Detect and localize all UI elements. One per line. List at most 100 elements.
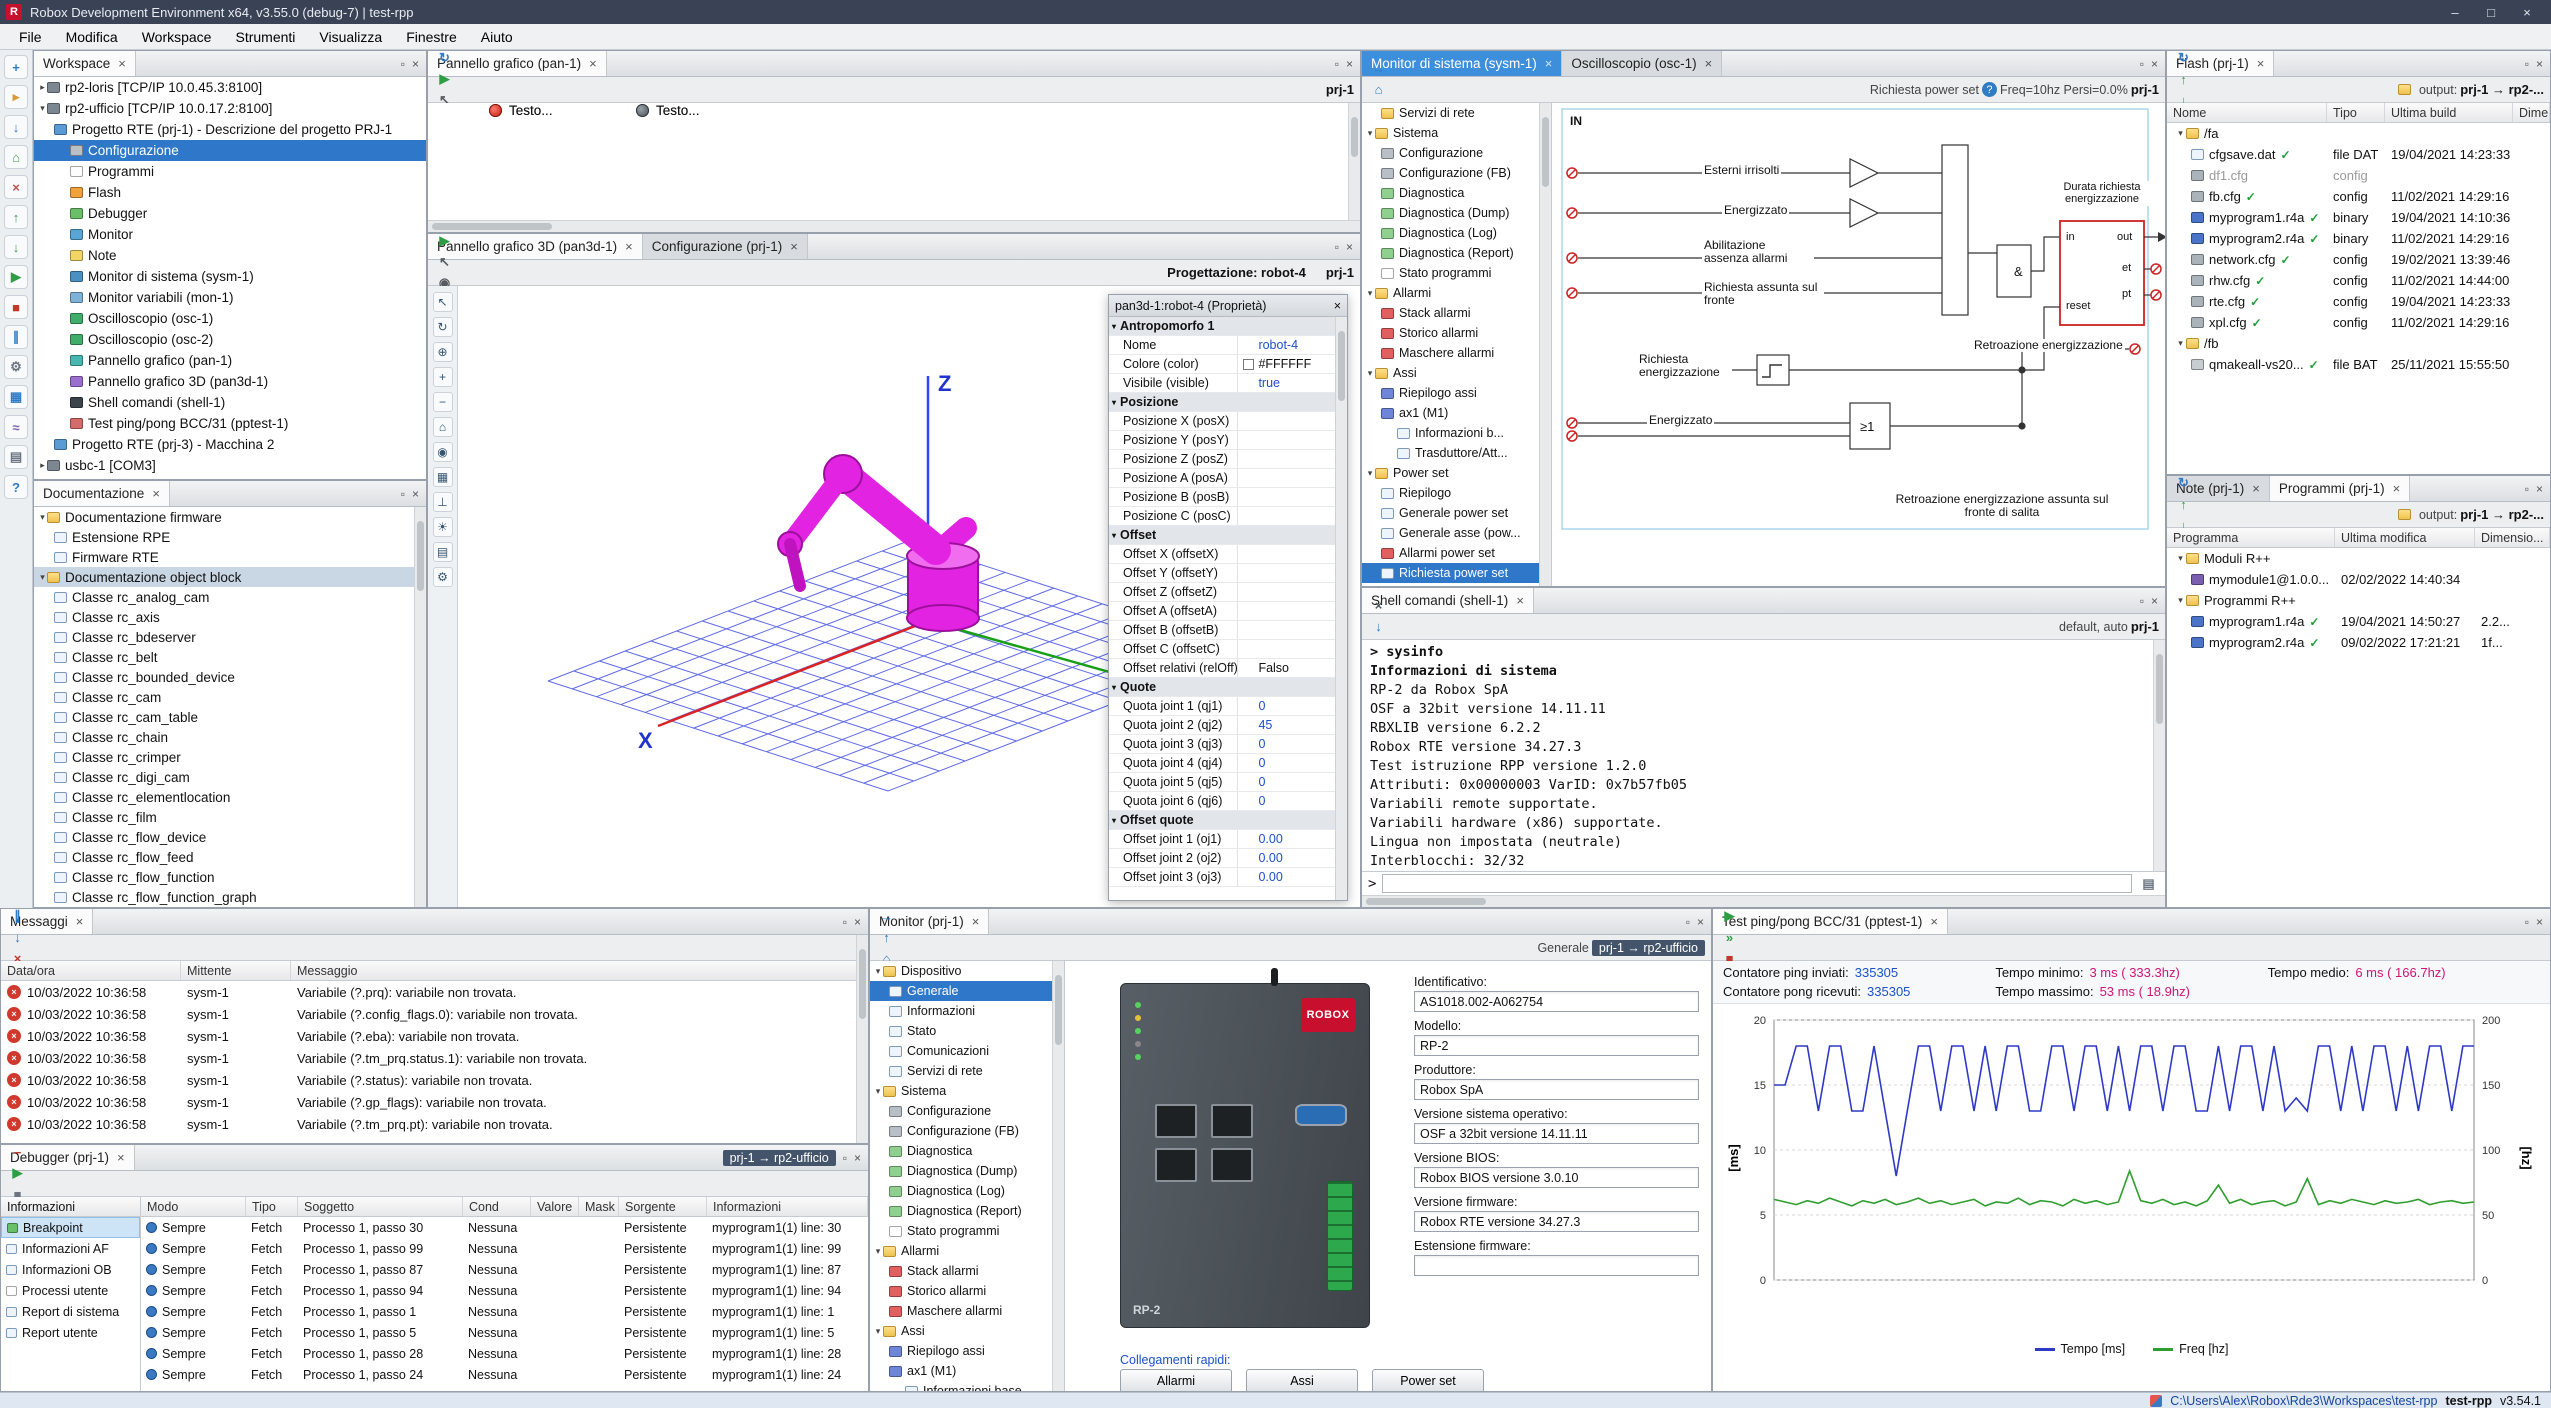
close-icon[interactable] [1697, 915, 1704, 929]
close-icon[interactable] [2252, 481, 2260, 496]
view3d-icon[interactable]: ⌂ [433, 417, 453, 437]
column-header[interactable]: Programma [2167, 528, 2335, 547]
toolbar-icon[interactable]: ↑ [2173, 494, 2194, 515]
toolstrip-icon[interactable]: ▶ [4, 265, 28, 289]
column-header[interactable]: Mittente [181, 961, 291, 980]
close-icon[interactable] [1930, 914, 1938, 929]
menu-item[interactable]: Aiuto [470, 26, 524, 48]
tree-item[interactable]: Progetto RTE (prj-1) - Descrizione del p… [34, 119, 426, 140]
field-value[interactable]: Robox SpA [1414, 1079, 1699, 1100]
tree-item[interactable]: Generale [870, 981, 1064, 1001]
tree-item[interactable]: Configurazione (FB) [870, 1121, 1064, 1141]
tree-item[interactable]: Test ping/pong BCC/31 (pptest-1) [34, 413, 426, 434]
float-icon[interactable] [2525, 915, 2529, 929]
tree-item[interactable]: Shell comandi (shell-1) [34, 392, 426, 413]
float-icon[interactable] [843, 1151, 847, 1165]
close-icon[interactable] [1346, 240, 1353, 254]
close-icon[interactable] [2536, 915, 2543, 929]
field-value[interactable]: OSF a 32bit versione 14.11.11 [1414, 1123, 1699, 1144]
menu-item[interactable]: Strumenti [224, 26, 306, 48]
column-header[interactable]: Tipo [2327, 103, 2385, 122]
debug-view-item[interactable]: Processi utente [1, 1280, 140, 1301]
toolbar-icon[interactable]: ↑ [2173, 69, 2194, 90]
property-row[interactable]: Offset quote [1109, 811, 1335, 830]
close-icon[interactable] [1705, 56, 1713, 71]
menu-item[interactable]: Workspace [131, 26, 223, 48]
field-value[interactable]: RP-2 [1414, 1035, 1699, 1056]
debug-view-item[interactable]: Report di sistema [1, 1301, 140, 1322]
property-row[interactable]: Offset joint 2 (oj2) 0.00 [1109, 849, 1335, 868]
field-value[interactable]: Robox BIOS versione 3.0.10 [1414, 1167, 1699, 1188]
quick-link-button[interactable]: Allarmi [1120, 1369, 1232, 1391]
tree-item[interactable]: Generale power set [1362, 503, 1551, 523]
menu-item[interactable]: Finestre [395, 26, 468, 48]
tree-item[interactable]: Diagnostica [1362, 183, 1551, 203]
message-row[interactable]: 10/03/2022 10:36:58 sysm-1 Variabile (?.… [1, 1003, 856, 1025]
property-row[interactable]: Quota joint 5 (qj5) 0 [1109, 773, 1335, 792]
close-icon[interactable] [2393, 481, 2401, 496]
shell-command-input[interactable] [1382, 874, 2132, 893]
toolbar-icon[interactable]: ↻ [434, 50, 455, 69]
property-row[interactable]: Nome robot-4 [1109, 336, 1335, 355]
menu-item[interactable]: File [8, 26, 53, 48]
tree-item[interactable]: Classe rc_analog_cam [34, 587, 414, 607]
tree-item[interactable]: Configurazione [1362, 143, 1551, 163]
quick-link-button[interactable]: Assi [1246, 1369, 1358, 1391]
tree-item[interactable]: Classe rc_cam [34, 687, 414, 707]
tree-item[interactable]: Configurazione [34, 140, 426, 161]
close-icon[interactable] [972, 914, 980, 929]
column-header[interactable]: Dime... [2513, 103, 2550, 122]
quick-link-button[interactable]: Power set [1372, 1369, 1484, 1391]
float-icon[interactable] [1686, 915, 1690, 929]
tree-item[interactable]: Informazioni b... [1362, 423, 1551, 443]
keyboard-icon[interactable]: ▤ [2138, 873, 2159, 894]
toolstrip-icon[interactable]: ▸ [4, 85, 28, 109]
column-header[interactable]: Cond [463, 1197, 531, 1216]
toolstrip-icon[interactable]: ↓ [4, 115, 28, 139]
view3d-icon[interactable]: ↻ [433, 317, 453, 337]
close-icon[interactable] [2151, 57, 2158, 71]
program-row[interactable]: mymodule1@1.0.0... 02/02/2022 14:40:34 [2167, 569, 2550, 590]
maximize-button[interactable]: □ [2473, 1, 2509, 23]
close-button[interactable]: × [2509, 1, 2545, 23]
tree-item[interactable]: Servizi di rete [870, 1061, 1064, 1081]
close-icon[interactable] [589, 56, 597, 71]
tree-item[interactable]: Classe rc_chain [34, 727, 414, 747]
file-row[interactable]: /fa [2167, 123, 2550, 144]
toolstrip-icon[interactable]: × [4, 175, 28, 199]
view3d-icon[interactable]: ☀ [433, 517, 453, 537]
close-icon[interactable] [118, 56, 126, 71]
tree-item[interactable]: Diagnostica (Log) [870, 1181, 1064, 1201]
tree-item[interactable]: Assi [870, 1321, 1064, 1341]
property-row[interactable]: Posizione Y (posY) [1109, 431, 1335, 450]
tree-item[interactable]: Riepilogo assi [1362, 383, 1551, 403]
breakpoint-row[interactable]: Sempre Fetch Processo 1, passo 5 Nessuna… [141, 1322, 868, 1343]
tree-item[interactable]: Documentazione firmware [34, 507, 414, 527]
field-value[interactable]: AS1018.002-A062754 [1414, 991, 1699, 1012]
column-header[interactable]: Ultima modifica [2335, 528, 2475, 547]
tree-item[interactable]: Storico allarmi [1362, 323, 1551, 343]
scrollbar[interactable] [428, 220, 1360, 232]
tree-item[interactable]: Classe rc_belt [34, 647, 414, 667]
property-row[interactable]: Offset relativi (relOff) Falso [1109, 659, 1335, 678]
column-header[interactable]: Tipo [246, 1197, 298, 1216]
tree-item[interactable]: Allarmi power set [1362, 543, 1551, 563]
property-row[interactable]: Offset Y (offsetY) [1109, 564, 1335, 583]
program-row[interactable]: myprogram2.r4a 09/02/2022 17:21:21 1f... [2167, 632, 2550, 653]
toolstrip-icon[interactable]: ⌂ [4, 145, 28, 169]
close-icon[interactable] [2536, 57, 2543, 71]
tree-item[interactable]: Storico allarmi [870, 1281, 1064, 1301]
close-icon[interactable] [117, 1150, 125, 1165]
property-row[interactable]: Quota joint 3 (qj3) 0 [1109, 735, 1335, 754]
toolstrip-icon[interactable]: ⚙ [4, 355, 28, 379]
tree-item[interactable]: rp2-loris [TCP/IP 10.0.45.3:8100] [34, 77, 426, 98]
view3d-icon[interactable]: ▤ [433, 542, 453, 562]
scrollbar[interactable] [1362, 895, 2165, 907]
float-icon[interactable] [401, 57, 405, 71]
scrollbar[interactable] [1348, 103, 1360, 220]
close-icon[interactable] [1334, 299, 1341, 313]
view3d-icon[interactable]: ↖ [433, 292, 453, 312]
toolbar-icon[interactable]: ▶ [434, 69, 455, 90]
scrollbar[interactable] [414, 507, 426, 907]
close-icon[interactable] [2257, 56, 2265, 71]
